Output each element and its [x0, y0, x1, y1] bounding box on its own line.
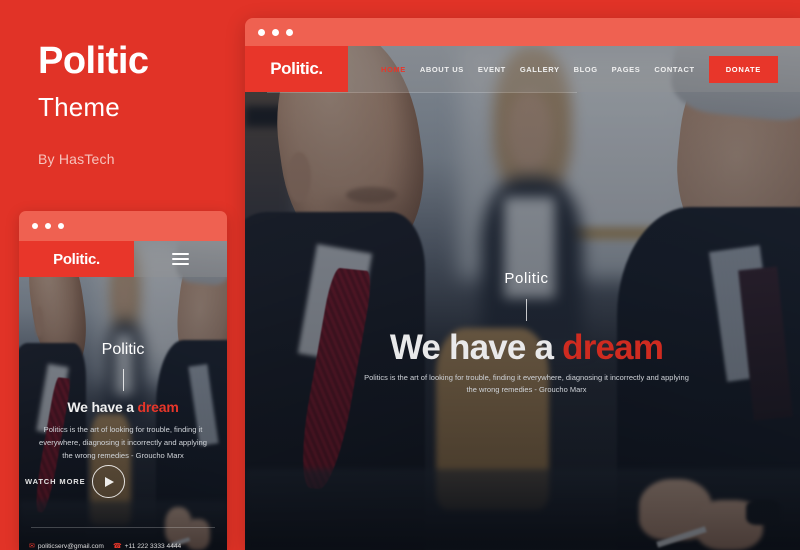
contact-email[interactable]: ✉ politicserv@gmail.com: [29, 543, 104, 550]
play-icon[interactable]: [91, 465, 125, 498]
mobile-browser-viewport: Politic. Politic We have a dream Politic…: [19, 241, 227, 550]
nav-item-home[interactable]: HOME: [381, 65, 406, 74]
main-browser-viewport: Politic. HOME ABOUT US EVENT GALLERY BLO…: [245, 46, 800, 550]
mobile-hero-quote: Politics is the art of looking for troub…: [38, 425, 207, 461]
window-close-dot[interactable]: [258, 28, 265, 36]
hero-title-plain: We have a: [389, 328, 563, 367]
mobile-window-minimize-dot[interactable]: [45, 223, 51, 229]
mobile-window-maximize-dot[interactable]: [58, 223, 64, 229]
contact-phone[interactable]: ☎ +11 222 3333 4444: [113, 543, 181, 550]
hero-eyebrow: Politic: [504, 270, 549, 287]
mobile-site-logo[interactable]: Politic.: [19, 241, 134, 277]
nav-item-blog[interactable]: BLOG: [574, 65, 598, 74]
window-minimize-dot[interactable]: [272, 28, 279, 36]
hero-title-accent: dream: [562, 328, 664, 367]
hero-title: We have a dream: [389, 328, 664, 367]
site-logo-text: Politic.: [270, 59, 323, 78]
header-divider: [267, 92, 577, 93]
nav-item-contact[interactable]: CONTACT: [654, 65, 694, 74]
envelope-icon: ✉: [29, 543, 35, 550]
nav-item-pages[interactable]: PAGES: [612, 65, 641, 74]
mobile-site-logo-text: Politic.: [53, 250, 100, 268]
site-header: Politic. HOME ABOUT US EVENT GALLERY BLO…: [245, 46, 800, 92]
mobile-window-close-dot[interactable]: [32, 223, 38, 229]
phone-icon: ☎: [112, 543, 122, 550]
contact-phone-text: +11 222 3333 4444: [124, 543, 182, 550]
nav-item-gallery[interactable]: GALLERY: [520, 65, 560, 74]
watch-more-button[interactable]: WATCH MORE: [25, 477, 86, 486]
promo-title: Politic: [38, 40, 149, 82]
donate-button[interactable]: DONATE: [708, 55, 778, 83]
hero-divider: [526, 299, 527, 321]
hamburger-icon[interactable]: [134, 241, 227, 277]
watch-more-group: WATCH MORE: [25, 465, 125, 498]
mobile-hero-eyebrow: Politic: [101, 341, 145, 358]
mobile-hero-title-plain: We have a: [67, 399, 138, 415]
window-maximize-dot[interactable]: [286, 28, 293, 36]
hero-quote: Politics is the art of looking for troub…: [364, 373, 689, 394]
hero-section: Politic We have a dream Politics is the …: [245, 46, 800, 550]
promo-subtitle: Theme: [38, 91, 120, 122]
mobile-contact-bar: ✉ politicserv@gmail.com ☎ +11 222 3333 4…: [29, 543, 227, 550]
contact-email-text: politicserv@gmail.com: [37, 543, 104, 550]
nav-item-event[interactable]: EVENT: [478, 65, 506, 74]
nav-item-about-us[interactable]: ABOUT US: [420, 65, 464, 74]
mobile-preview-window: Politic. Politic We have a dream Politic…: [19, 211, 227, 550]
mobile-hero-section: Politic We have a dream Politics is the …: [19, 241, 227, 550]
mobile-browser-chrome: [19, 211, 227, 241]
mobile-hero-divider: [122, 369, 124, 391]
promo-author: By HasTech: [38, 150, 115, 167]
main-browser-window: Politic. HOME ABOUT US EVENT GALLERY BLO…: [245, 18, 800, 550]
site-logo[interactable]: Politic.: [245, 46, 348, 92]
main-navigation: HOME ABOUT US EVENT GALLERY BLOG PAGES C…: [348, 46, 800, 92]
main-browser-chrome: [245, 18, 800, 46]
mobile-contact-divider: [31, 527, 215, 528]
mobile-hero-title-accent: dream: [137, 399, 179, 415]
mobile-site-header: Politic.: [19, 241, 227, 277]
mobile-hero-title: We have a dream: [67, 399, 178, 415]
